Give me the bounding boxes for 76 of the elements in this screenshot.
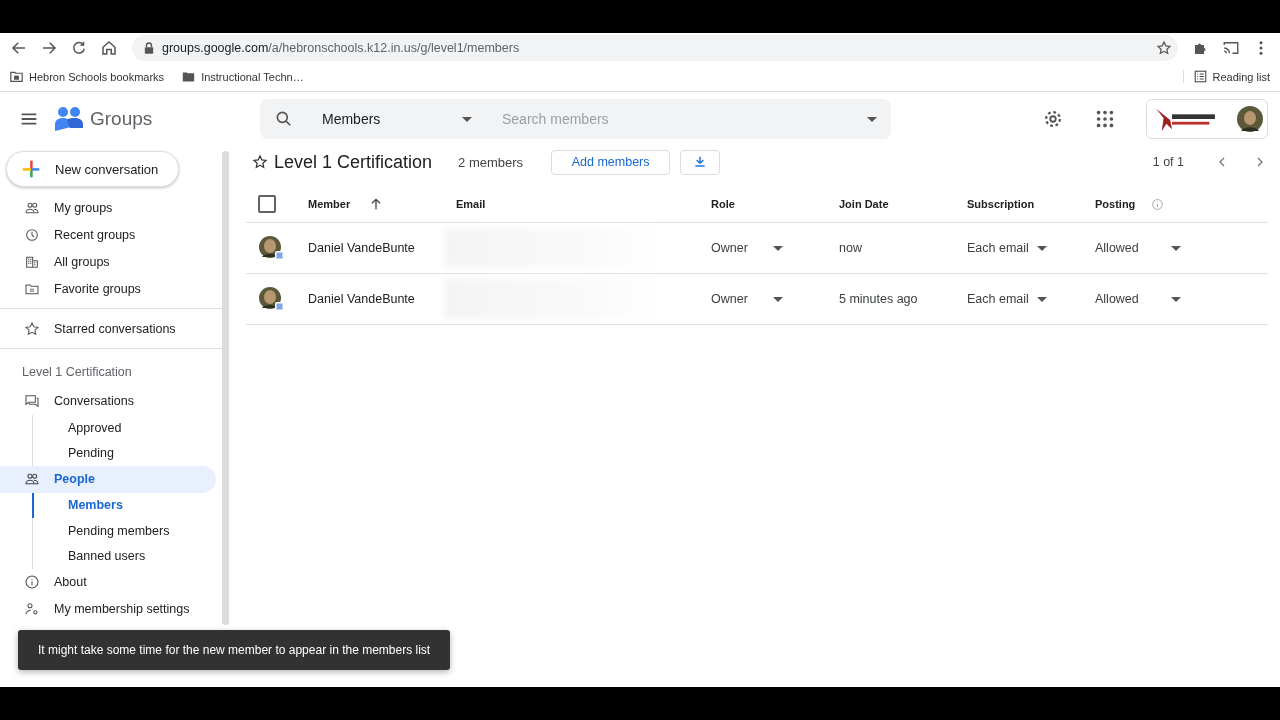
column-header: Role — [711, 198, 735, 210]
nav-item[interactable]: Conversations — [0, 388, 216, 415]
nav-item[interactable]: My membership settings — [0, 595, 216, 623]
nav-subitem[interactable]: Approved — [32, 414, 222, 441]
section-heading: Level 1 Certification — [21, 364, 133, 381]
role-dropdown[interactable]: Owner — [711, 241, 783, 255]
column-header[interactable]: Member — [308, 198, 351, 210]
url-text: groups.google.com/a/hebronschools.k12.in.us/g/level1/members — [162, 40, 521, 55]
posting-dropdown[interactable]: Allowed — [1095, 292, 1181, 306]
member-name: Daniel VandeBunte — [308, 241, 415, 255]
pagination-text: 1 of 1 — [1152, 155, 1184, 169]
avatar-icon — [258, 235, 284, 261]
toast-message: It might take some time for the new member to appear in the members list — [18, 630, 451, 670]
column-header: Posting — [1095, 198, 1136, 210]
caret-icon — [1171, 296, 1181, 302]
group-title: Level 1 Certification — [274, 151, 433, 173]
bookmark-star-icon[interactable] — [1156, 39, 1172, 56]
member-name: Daniel VandeBunte — [308, 292, 415, 306]
address-bar[interactable]: groups.google.com/a/hebronschools.k12.in.us/g/level1/members — [132, 34, 1178, 61]
caret-icon — [1037, 245, 1047, 251]
scrollbar[interactable] — [222, 151, 229, 625]
join-date: 5 minutes ago — [839, 292, 918, 306]
download-button[interactable] — [680, 149, 721, 175]
column-header: Subscription — [967, 198, 1035, 210]
nav-item[interactable]: Favorite groups — [0, 275, 216, 303]
nav-item[interactable]: My groups — [0, 195, 216, 222]
caret-icon — [1037, 296, 1047, 302]
caret-icon — [462, 116, 472, 122]
subscription-dropdown[interactable]: Each email — [967, 241, 1047, 255]
settings-icon[interactable] — [1042, 108, 1064, 130]
caret-icon[interactable] — [867, 116, 877, 122]
chat-icon — [24, 393, 40, 410]
nav-item[interactable]: All groups — [0, 248, 216, 276]
nav-item[interactable]: Starred conversations — [0, 315, 216, 342]
account-button[interactable] — [1146, 99, 1268, 139]
folder-icon — [182, 70, 196, 83]
nav-item[interactable]: People — [0, 465, 216, 493]
search-field[interactable]: Members Search members — [260, 99, 891, 139]
clock-icon — [24, 227, 40, 244]
column-header: Join Date — [839, 198, 889, 210]
list-icon — [1193, 70, 1207, 83]
nav-subitem[interactable]: Pending members — [32, 518, 222, 544]
new-conversation-button[interactable]: New conversation — [6, 151, 180, 187]
star-icon[interactable] — [252, 154, 268, 170]
avatar-icon — [1237, 106, 1263, 132]
plus-icon — [21, 159, 41, 179]
nav-subitem[interactable]: Pending — [32, 440, 222, 466]
user-gear-icon — [24, 601, 40, 618]
caret-icon — [1171, 245, 1181, 251]
subscription-dropdown[interactable]: Each email — [967, 292, 1047, 306]
info-icon — [24, 574, 40, 591]
folder-icon — [10, 70, 23, 83]
caret-icon — [773, 296, 783, 302]
bookmark[interactable]: Hebron Schools bookmarks — [10, 70, 165, 83]
avatar-icon — [258, 286, 284, 312]
groups-logo-icon — [54, 105, 84, 133]
nav-subitem[interactable]: Banned users — [32, 543, 222, 570]
star-icon — [24, 320, 40, 337]
caret-icon — [773, 245, 783, 251]
lock-icon — [144, 41, 154, 54]
bookmark[interactable]: Instructional Techn… — [182, 70, 304, 83]
role-dropdown[interactable]: Owner — [711, 292, 783, 306]
nav-item[interactable]: Recent groups — [0, 221, 216, 249]
search-scope-dropdown[interactable]: Members — [322, 111, 472, 127]
column-header: Email — [456, 198, 486, 210]
select-all-checkbox[interactable] — [258, 195, 276, 213]
building-icon — [24, 254, 40, 270]
member-count: 2 members — [458, 154, 524, 170]
reading-list-button[interactable]: Reading list — [1182, 70, 1270, 83]
posting-dropdown[interactable]: Allowed — [1095, 241, 1181, 255]
apps-grid-icon[interactable] — [1094, 108, 1116, 130]
nav-item[interactable]: About — [0, 569, 216, 596]
app-name: Groups — [90, 108, 154, 130]
join-date: now — [839, 241, 862, 255]
add-members-button[interactable]: Add members — [551, 149, 671, 175]
search-icon[interactable] — [274, 109, 294, 129]
